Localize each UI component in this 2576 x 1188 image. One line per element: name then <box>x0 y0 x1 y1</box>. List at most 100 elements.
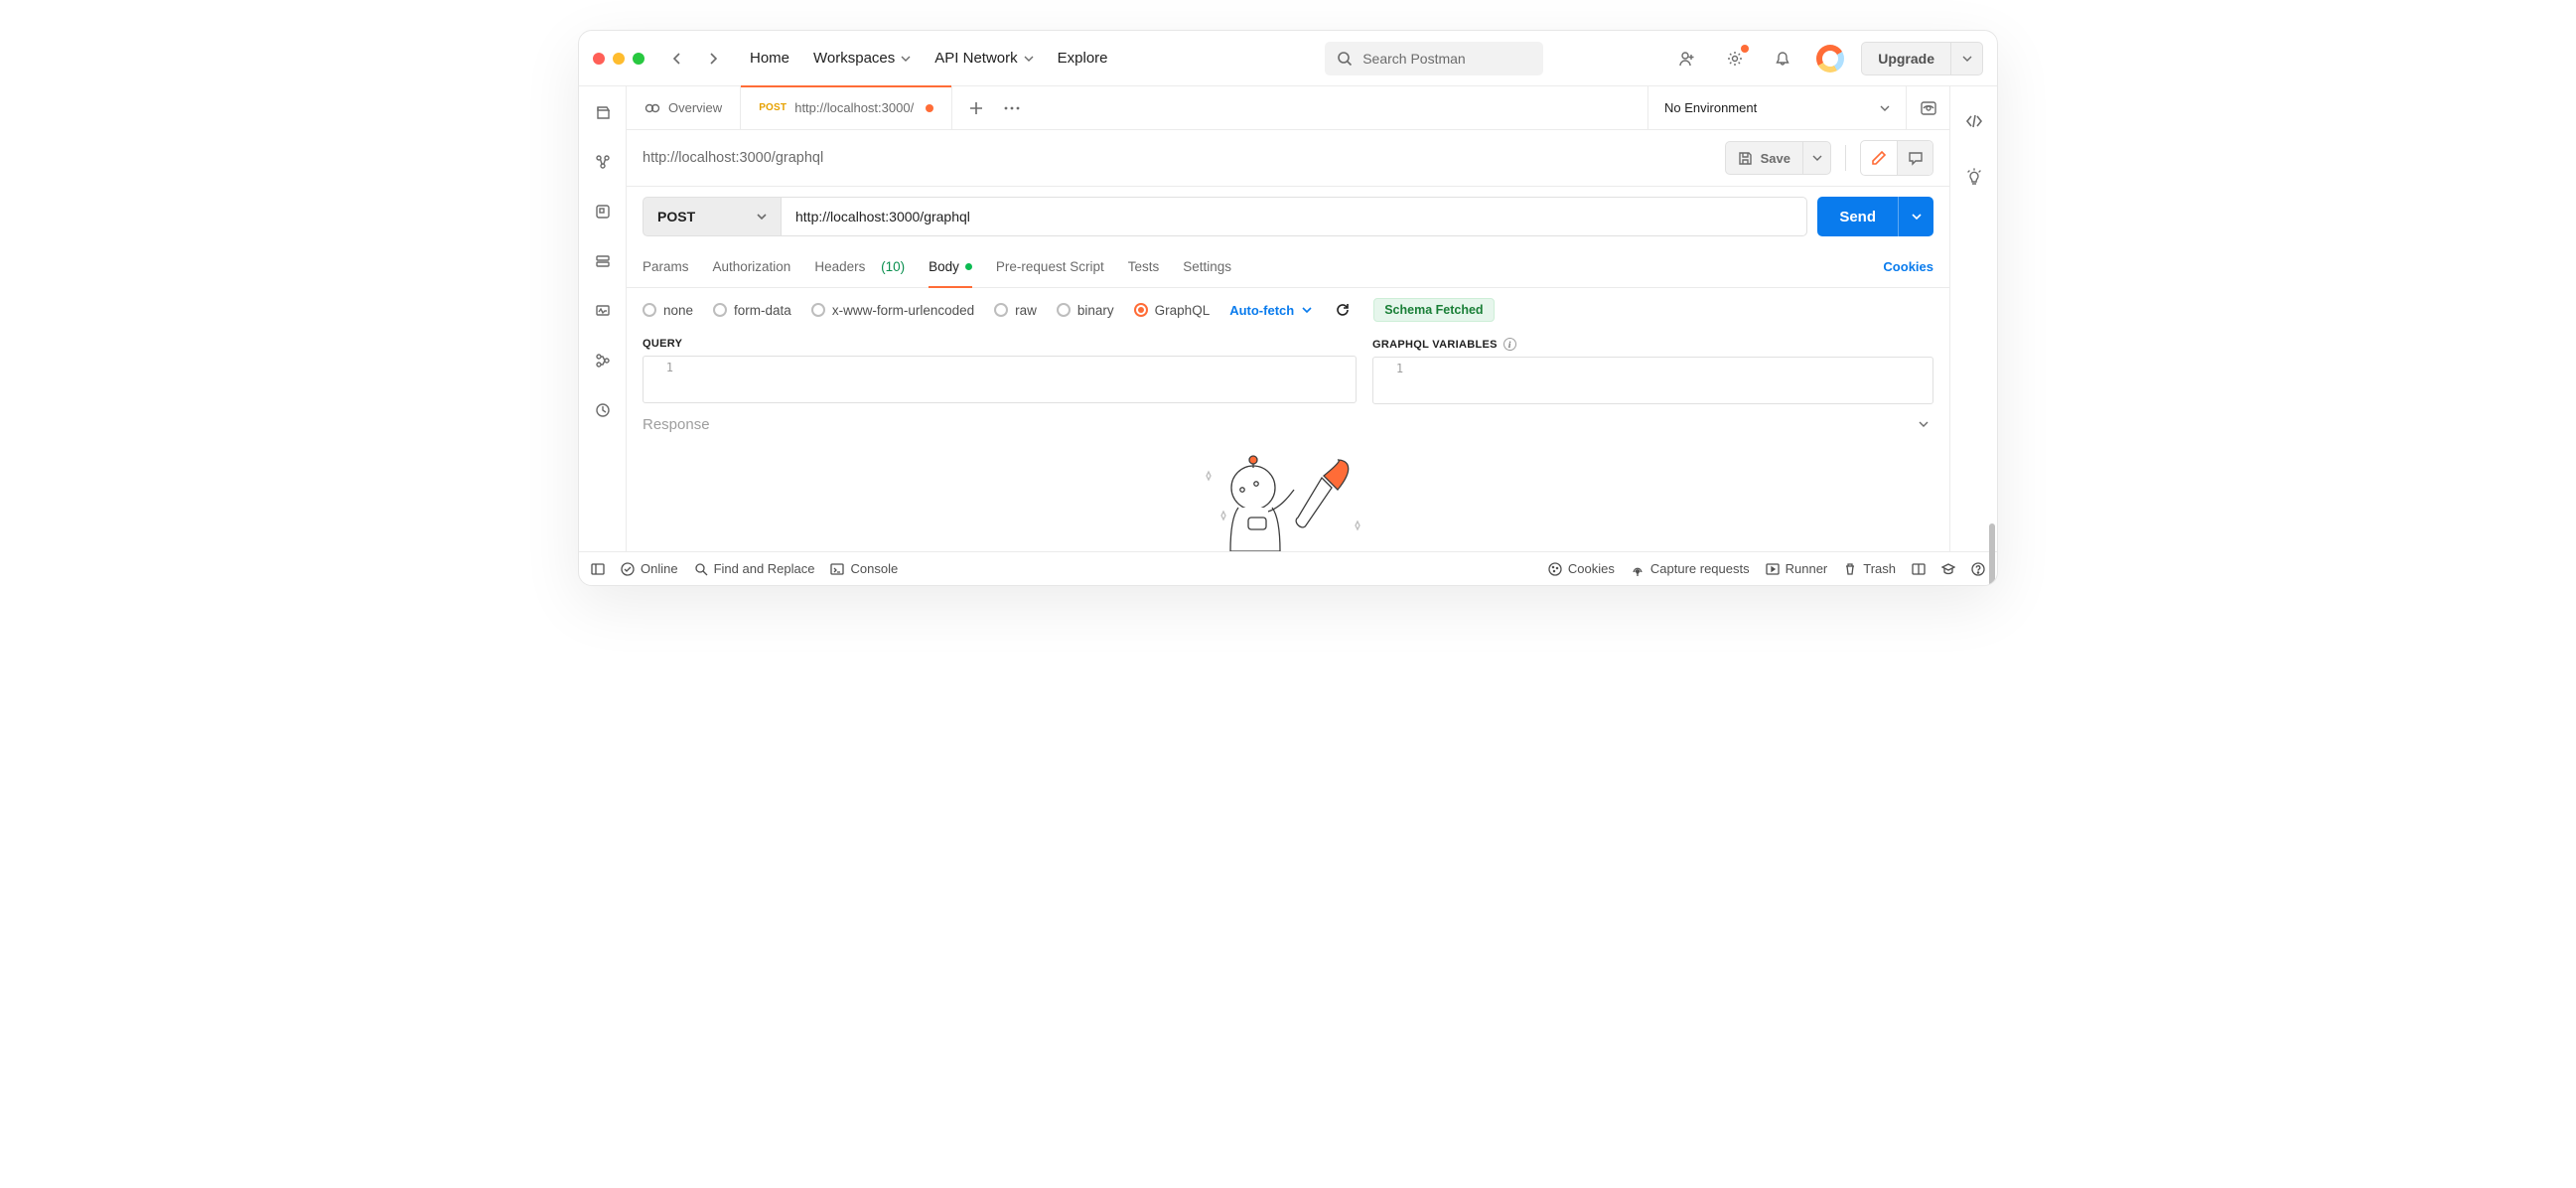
rail-collections[interactable] <box>589 98 617 126</box>
window-maximize[interactable] <box>633 53 644 65</box>
documentation-edit-button[interactable] <box>1861 141 1897 175</box>
environment-quicklook[interactable] <box>1906 86 1949 129</box>
bodytype-none[interactable]: none <box>643 303 693 318</box>
nav-api-network[interactable]: API Network <box>934 50 1033 67</box>
rail-history[interactable] <box>589 396 617 424</box>
rail-mock[interactable] <box>589 247 617 275</box>
runner-button[interactable]: Runner <box>1766 561 1828 576</box>
tab-overflow-button[interactable] <box>1002 98 1022 118</box>
nav-workspaces[interactable]: Workspaces <box>813 50 911 67</box>
bulb-icon <box>1965 168 1983 186</box>
help-circle-icon <box>1971 562 1985 576</box>
status-bar: Online Find and Replace Console Cookies … <box>579 551 1997 585</box>
online-status[interactable]: Online <box>621 561 678 576</box>
settings-button[interactable] <box>1718 42 1752 75</box>
tab-headers[interactable]: Headers (10) <box>814 246 905 287</box>
settings-notification-dot <box>1741 45 1749 53</box>
rail-environments[interactable] <box>589 198 617 225</box>
window-close[interactable] <box>593 53 605 65</box>
new-tab-button[interactable] <box>966 98 986 118</box>
autofetch-toggle[interactable]: Auto-fetch <box>1229 303 1312 318</box>
tab-settings[interactable]: Settings <box>1183 246 1231 287</box>
trash-button[interactable]: Trash <box>1843 561 1896 576</box>
window-minimize[interactable] <box>613 53 625 65</box>
tab-prerequest[interactable]: Pre-request Script <box>996 246 1104 287</box>
account-avatar[interactable] <box>1813 42 1847 75</box>
sidebar-toggle[interactable] <box>591 562 605 576</box>
environments-icon <box>594 203 612 221</box>
url-bar: POST Send <box>627 187 1949 246</box>
two-pane-button[interactable] <box>1912 562 1926 576</box>
rail-flows[interactable] <box>589 347 617 374</box>
code-snippet-button[interactable] <box>1957 104 1991 138</box>
chevron-down-icon <box>1812 153 1822 163</box>
postbot-button[interactable] <box>1957 160 1991 194</box>
bodytype-formdata[interactable]: form-data <box>713 303 791 318</box>
body-active-dot-icon <box>965 263 972 270</box>
nav-forward[interactable] <box>702 48 724 70</box>
bodytype-graphql[interactable]: GraphQL <box>1134 303 1211 318</box>
nav-explore[interactable]: Explore <box>1058 50 1108 67</box>
comments-button[interactable] <box>1897 141 1932 175</box>
save-dropdown[interactable] <box>1802 142 1830 174</box>
arrow-right-icon <box>705 51 721 67</box>
cookie-icon <box>1548 562 1562 576</box>
layout-split-icon <box>1912 562 1926 576</box>
bodytype-raw[interactable]: raw <box>994 303 1037 318</box>
capture-button[interactable]: Capture requests <box>1631 561 1750 576</box>
variables-label: GRAPHQL VARIABLES i <box>1372 332 1933 357</box>
request-title[interactable]: http://localhost:3000/graphql <box>643 150 1711 166</box>
empty-response-illustration <box>627 438 1949 551</box>
nav-back[interactable] <box>666 48 688 70</box>
tab-request[interactable]: POST http://localhost:3000/ <box>741 86 952 129</box>
main-area: Overview POST http://localhost:3000/ <box>627 86 1949 551</box>
schema-status-badge: Schema Fetched <box>1373 298 1494 322</box>
query-editor[interactable]: 1 <box>643 356 1357 403</box>
http-method-selector[interactable]: POST <box>643 197 782 236</box>
environment-label: No Environment <box>1664 100 1757 115</box>
url-input[interactable] <box>782 197 1807 236</box>
top-nav: Home Workspaces API Network Explore <box>750 50 1108 67</box>
tab-params[interactable]: Params <box>643 246 689 287</box>
chevron-down-icon <box>1919 419 1929 429</box>
upgrade-dropdown[interactable] <box>1950 43 1982 74</box>
refresh-schema-button[interactable] <box>1332 299 1354 321</box>
send-button[interactable]: Send <box>1817 197 1933 236</box>
cookies-button[interactable]: Cookies <box>1548 561 1615 576</box>
rail-monitors[interactable] <box>589 297 617 325</box>
scrollbar-thumb[interactable] <box>1989 523 1995 586</box>
tabstrip: Overview POST http://localhost:3000/ <box>627 86 1949 130</box>
headers-count: (10) <box>881 259 905 274</box>
upgrade-label: Upgrade <box>1862 51 1950 67</box>
notifications-button[interactable] <box>1766 42 1799 75</box>
find-replace-button[interactable]: Find and Replace <box>694 561 815 576</box>
tab-method-badge: POST <box>759 102 787 113</box>
console-button[interactable]: Console <box>830 561 898 576</box>
response-collapse[interactable] <box>1914 414 1933 434</box>
send-dropdown[interactable] <box>1898 197 1933 236</box>
save-button[interactable]: Save <box>1725 141 1831 175</box>
chevron-down-icon <box>1880 103 1890 113</box>
tab-authorization[interactable]: Authorization <box>713 246 791 287</box>
nav-home[interactable]: Home <box>750 50 789 67</box>
learning-center-button[interactable] <box>1941 562 1955 576</box>
upgrade-button[interactable]: Upgrade <box>1861 42 1983 75</box>
bodytype-binary[interactable]: binary <box>1057 303 1114 318</box>
invite-button[interactable] <box>1670 42 1704 75</box>
global-search[interactable]: Search Postman <box>1325 42 1543 75</box>
info-icon[interactable]: i <box>1503 338 1516 351</box>
bodytype-xwww[interactable]: x-www-form-urlencoded <box>811 303 974 318</box>
terminal-icon <box>830 562 844 576</box>
pencil-icon <box>1871 150 1887 166</box>
cookies-link[interactable]: Cookies <box>1883 259 1933 274</box>
help-button[interactable] <box>1971 562 1985 576</box>
chevron-down-icon <box>1302 305 1312 315</box>
tab-overview[interactable]: Overview <box>627 86 741 129</box>
variables-editor[interactable]: 1 <box>1372 357 1933 404</box>
monitor-icon <box>594 302 612 320</box>
environment-selector[interactable]: No Environment <box>1647 86 1906 129</box>
rail-apis[interactable] <box>589 148 617 176</box>
tab-body[interactable]: Body <box>929 246 972 287</box>
avatar-icon <box>1816 45 1844 73</box>
tab-tests[interactable]: Tests <box>1128 246 1160 287</box>
